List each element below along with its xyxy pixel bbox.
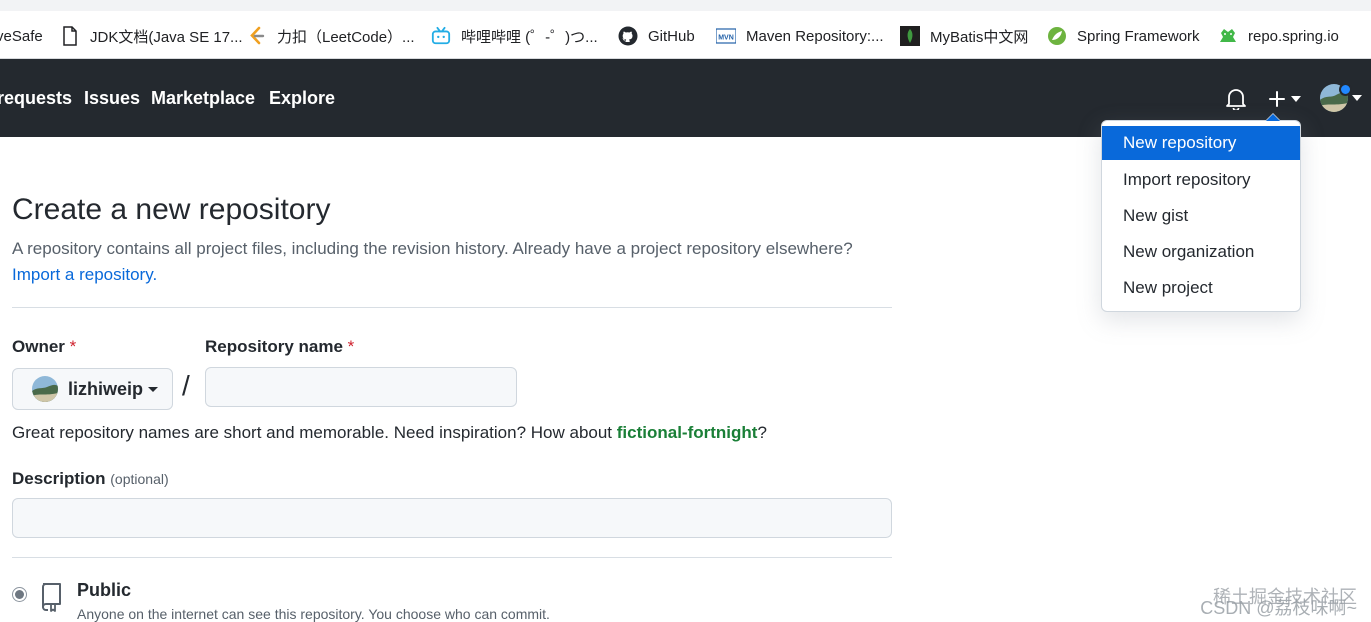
owner-label-text: Owner bbox=[12, 337, 65, 356]
repository-name-input[interactable] bbox=[205, 367, 517, 407]
public-radio[interactable] bbox=[12, 587, 27, 602]
owner-repo-separator: / bbox=[182, 370, 190, 401]
menu-item-new-project[interactable]: New project bbox=[1102, 271, 1300, 305]
bookmark-item-spring[interactable]: Spring Framework bbox=[1047, 24, 1200, 48]
radio-dot bbox=[15, 590, 24, 599]
description-label-text: Description bbox=[12, 469, 106, 488]
name-suggestion[interactable]: fictional-fortnight bbox=[617, 423, 758, 442]
required-mark: * bbox=[347, 337, 355, 356]
svg-text:MVN: MVN bbox=[718, 35, 734, 42]
optional-label: (optional) bbox=[110, 471, 169, 487]
menu-item-new-organization[interactable]: New organization bbox=[1102, 235, 1300, 269]
nav-explore[interactable]: Explore bbox=[269, 88, 335, 112]
create-new-menu-button[interactable] bbox=[1264, 87, 1304, 111]
bookmark-label: veSafe bbox=[0, 27, 43, 45]
hint-end: ? bbox=[757, 423, 767, 442]
repo-icon bbox=[38, 582, 64, 617]
repository-name-label: Repository name * bbox=[205, 337, 354, 357]
bilibili-icon bbox=[431, 26, 451, 46]
bookmarks-bar: veSafe JDK文档(Java SE 17... 力扣（LeetCode）.… bbox=[0, 0, 1371, 59]
bookmark-item-maven[interactable]: MVN Maven Repository:... bbox=[716, 24, 884, 48]
chevron-down-icon bbox=[1352, 95, 1362, 101]
notification-dot bbox=[1339, 83, 1352, 96]
chevron-down-icon bbox=[1290, 96, 1301, 102]
bookmark-item-repo-spring[interactable]: repo.spring.io bbox=[1218, 24, 1339, 48]
menu-item-new-gist[interactable]: New gist bbox=[1102, 199, 1300, 233]
page-subtitle: A repository contains all project files,… bbox=[12, 236, 892, 288]
bookmark-label: Spring Framework bbox=[1077, 27, 1200, 45]
visibility-public-description: Anyone on the internet can see this repo… bbox=[77, 606, 550, 622]
user-menu-button[interactable] bbox=[1319, 82, 1363, 114]
divider bbox=[12, 557, 892, 558]
repository-name-label-text: Repository name bbox=[205, 337, 343, 356]
bookmark-item-github[interactable]: GitHub bbox=[618, 24, 695, 48]
bookmark-label: 哔哩哔哩 (゜-゜)つ... bbox=[461, 28, 598, 46]
create-new-dropdown: New repository Import repository New gis… bbox=[1101, 113, 1301, 312]
bookmark-label: repo.spring.io bbox=[1248, 27, 1339, 45]
nav-marketplace[interactable]: Marketplace bbox=[151, 88, 255, 112]
bookmark-item-jdk[interactable]: JDK文档(Java SE 17... bbox=[60, 24, 243, 48]
bookmark-label: Maven Repository:... bbox=[746, 27, 884, 45]
import-repository-link[interactable]: Import a repository. bbox=[12, 265, 157, 284]
bookmark-item-safe[interactable]: veSafe bbox=[0, 24, 43, 48]
watermark-csdn: CSDN @荔枝味啊~ bbox=[1200, 598, 1357, 618]
menu-item-import-repository[interactable]: Import repository bbox=[1102, 163, 1300, 197]
page-title: Create a new repository bbox=[12, 193, 331, 226]
mybatis-icon bbox=[900, 26, 920, 46]
bookmark-item-leetcode[interactable]: 力扣（LeetCode）... bbox=[247, 24, 415, 48]
maven-icon: MVN bbox=[716, 26, 736, 46]
chevron-down-icon bbox=[148, 386, 159, 392]
repository-name-hint: Great repository names are short and mem… bbox=[12, 423, 767, 443]
bookmark-item-mybatis[interactable]: MyBatis中文网 bbox=[900, 24, 1028, 48]
spring-icon bbox=[1047, 26, 1067, 46]
frog-icon bbox=[1218, 26, 1238, 46]
github-icon bbox=[618, 26, 638, 46]
leetcode-icon bbox=[247, 26, 267, 46]
subtitle-text: A repository contains all project files,… bbox=[12, 239, 853, 258]
nav-pull-requests[interactable]: requests bbox=[0, 88, 72, 112]
bookmark-label: 力扣（LeetCode）... bbox=[277, 28, 415, 46]
avatar bbox=[32, 376, 58, 402]
document-icon bbox=[60, 26, 80, 46]
divider bbox=[12, 307, 892, 308]
bookmark-label: MyBatis中文网 bbox=[930, 28, 1029, 46]
plus-icon bbox=[1268, 90, 1286, 108]
nav-issues[interactable]: Issues bbox=[84, 88, 140, 112]
bookmark-label: GitHub bbox=[648, 27, 695, 45]
owner-select-button[interactable]: lizhiweip bbox=[12, 368, 173, 410]
owner-label: Owner * bbox=[12, 337, 76, 357]
description-input[interactable] bbox=[12, 498, 892, 538]
bell-icon[interactable] bbox=[1224, 87, 1248, 111]
bookmark-label: JDK文档(Java SE 17... bbox=[90, 28, 243, 46]
required-mark: * bbox=[69, 337, 77, 356]
browser-toolbar-edge bbox=[0, 0, 1371, 11]
owner-name: lizhiweip bbox=[68, 378, 144, 399]
menu-item-new-repository[interactable]: New repository bbox=[1102, 126, 1300, 160]
hint-text: Great repository names are short and mem… bbox=[12, 423, 617, 442]
visibility-public-title: Public bbox=[77, 580, 132, 600]
bookmark-item-bilibili[interactable]: 哔哩哔哩 (゜-゜)つ... bbox=[431, 24, 598, 48]
description-label: Description (optional) bbox=[12, 469, 169, 489]
